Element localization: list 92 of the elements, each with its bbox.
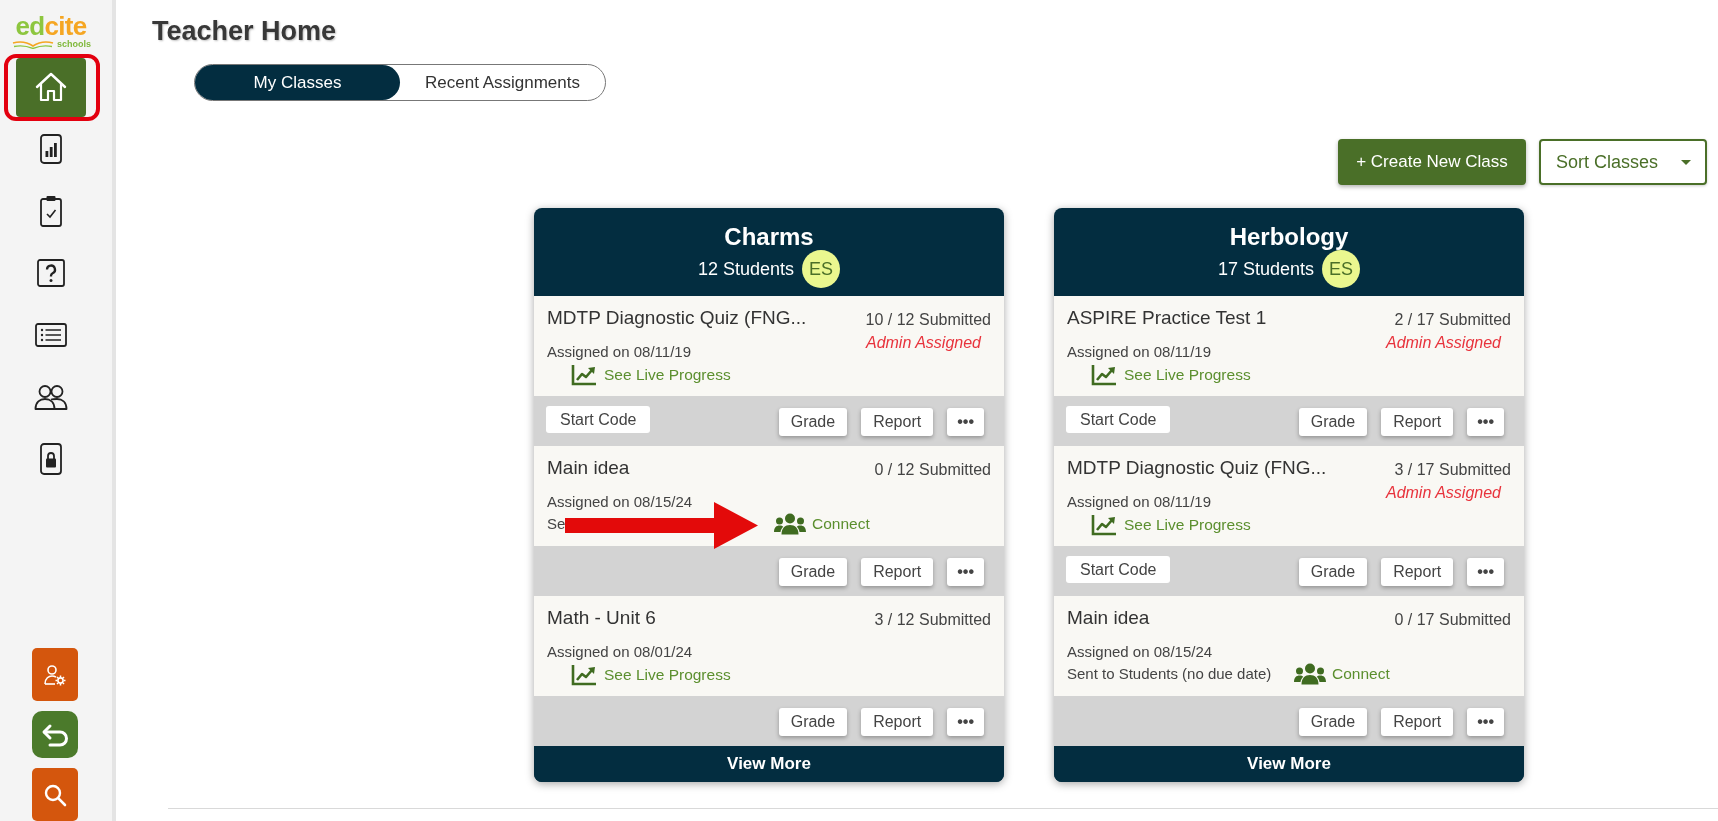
submitted-count: 3 / 12 Submitted bbox=[874, 610, 991, 630]
page-title: Teacher Home bbox=[152, 16, 337, 47]
status-note: Se bbox=[547, 515, 566, 533]
trend-chart-icon bbox=[571, 364, 597, 386]
book-icon bbox=[11, 40, 55, 49]
sidebar-nav-button[interactable] bbox=[40, 134, 62, 164]
report-button[interactable]: Report bbox=[1381, 708, 1454, 736]
grade-button[interactable]: Grade bbox=[1298, 408, 1368, 436]
lock-icon bbox=[40, 443, 62, 475]
bar-chart-icon bbox=[40, 134, 62, 164]
grade-button[interactable]: Grade bbox=[1298, 558, 1368, 586]
sidebar-nav-button[interactable] bbox=[40, 195, 62, 227]
assignment-title: MDTP Diagnostic Quiz (FNG... bbox=[547, 307, 807, 329]
view-more-button[interactable]: View More bbox=[534, 746, 1004, 782]
assigned-date: Assigned on 08/01/24 bbox=[547, 643, 693, 661]
grade-button[interactable]: Grade bbox=[1298, 708, 1368, 736]
search-button[interactable] bbox=[31, 768, 78, 821]
assignment-title: Main idea bbox=[1067, 607, 1150, 629]
more-button[interactable]: ••• bbox=[1467, 708, 1504, 736]
assignment-title: Main idea bbox=[547, 457, 630, 479]
connect-link[interactable]: Connect bbox=[1294, 663, 1390, 685]
user-settings-button[interactable] bbox=[31, 648, 78, 701]
trend-chart-icon bbox=[1091, 364, 1117, 386]
more-button[interactable]: ••• bbox=[947, 408, 984, 436]
home-icon bbox=[35, 72, 67, 102]
more-button[interactable]: ••• bbox=[1467, 408, 1504, 436]
logo-tagline: schools bbox=[57, 40, 91, 49]
sidebar-nav-button[interactable] bbox=[34, 384, 68, 410]
assigned-date: Assigned on 08/15/24 bbox=[547, 493, 693, 511]
connect-link[interactable]: Connect bbox=[774, 513, 870, 535]
report-button[interactable]: Report bbox=[861, 708, 934, 736]
admin-assigned-label: Admin Assigned bbox=[1385, 333, 1501, 353]
user-gear-icon bbox=[43, 663, 66, 686]
grade-button[interactable]: Grade bbox=[778, 708, 848, 736]
assignment-title: Math - Unit 6 bbox=[547, 607, 656, 629]
start-code-button[interactable]: Start Code bbox=[1066, 406, 1171, 433]
assigned-date: Assigned on 08/11/19 bbox=[1067, 343, 1211, 361]
group-icon bbox=[1294, 663, 1326, 685]
submitted-count: 2 / 17 Submitted bbox=[1394, 310, 1511, 330]
assigned-date: Assigned on 08/11/19 bbox=[547, 343, 691, 361]
search-icon bbox=[42, 782, 67, 807]
clipboard-check-icon bbox=[40, 195, 62, 227]
grade-button[interactable]: Grade bbox=[778, 558, 848, 586]
grade-button[interactable]: Grade bbox=[778, 408, 848, 436]
people-icon bbox=[34, 384, 68, 410]
assigned-date: Assigned on 08/15/24 bbox=[1067, 643, 1213, 661]
undo-arrow-icon bbox=[40, 722, 69, 747]
assigned-date: Assigned on 08/11/19 bbox=[1067, 493, 1211, 511]
class-title: Herbology bbox=[1229, 223, 1349, 251]
class-title: Charms bbox=[724, 223, 814, 251]
assignment-title: ASPIRE Practice Test 1 bbox=[1067, 307, 1267, 329]
view-more-button[interactable]: View More bbox=[1054, 746, 1524, 782]
report-button[interactable]: Report bbox=[1381, 408, 1454, 436]
assignment-title: MDTP Diagnostic Quiz (FNG... bbox=[1067, 457, 1327, 479]
student-count: 12 Students bbox=[697, 257, 795, 281]
report-button[interactable]: Report bbox=[861, 408, 934, 436]
list-icon bbox=[35, 323, 67, 347]
admin-assigned-label: Admin Assigned bbox=[1385, 483, 1501, 503]
initials-avatar: ES bbox=[1322, 250, 1361, 288]
back-button[interactable] bbox=[31, 711, 78, 758]
create-class-button[interactable]: + Create New Class bbox=[1338, 139, 1526, 185]
sort-dropdown[interactable]: Sort Classes bbox=[1539, 139, 1707, 185]
sidebar-nav-button[interactable] bbox=[35, 323, 67, 347]
live-progress-link[interactable]: See Live Progress bbox=[1091, 364, 1251, 386]
submitted-count: 3 / 17 Submitted bbox=[1394, 460, 1511, 480]
more-button[interactable]: ••• bbox=[1467, 558, 1504, 586]
tab[interactable]: Recent Assignments bbox=[400, 65, 605, 100]
trend-chart-icon bbox=[571, 664, 597, 686]
tab[interactable]: My Classes bbox=[195, 65, 400, 100]
submitted-count: 10 / 12 Submitted bbox=[865, 310, 991, 330]
more-button[interactable]: ••• bbox=[947, 708, 984, 736]
help-icon bbox=[37, 259, 65, 287]
sidebar-nav-button[interactable] bbox=[40, 443, 62, 475]
student-count: 17 Students bbox=[1217, 257, 1315, 281]
report-button[interactable]: Report bbox=[861, 558, 934, 586]
more-button[interactable]: ••• bbox=[947, 558, 984, 586]
admin-assigned-label: Admin Assigned bbox=[865, 333, 981, 353]
start-code-button[interactable]: Start Code bbox=[546, 406, 651, 433]
live-progress-link[interactable]: See Live Progress bbox=[1091, 514, 1251, 536]
submitted-count: 0 / 17 Submitted bbox=[1394, 610, 1511, 630]
sidebar-nav-button[interactable] bbox=[37, 259, 65, 287]
logo-wordmark: edcite bbox=[15, 13, 87, 39]
status-note: Sent to Students (no due date) bbox=[1067, 665, 1272, 683]
group-icon bbox=[774, 513, 806, 535]
start-code-button[interactable]: Start Code bbox=[1066, 556, 1171, 583]
live-progress-link[interactable]: See Live Progress bbox=[571, 664, 731, 686]
initials-avatar: ES bbox=[802, 250, 841, 288]
submitted-count: 0 / 12 Submitted bbox=[874, 460, 991, 480]
caret-icon bbox=[1681, 159, 1691, 165]
report-button[interactable]: Report bbox=[1381, 558, 1454, 586]
live-progress-link[interactable]: See Live Progress bbox=[571, 364, 731, 386]
trend-chart-icon bbox=[1091, 514, 1117, 536]
